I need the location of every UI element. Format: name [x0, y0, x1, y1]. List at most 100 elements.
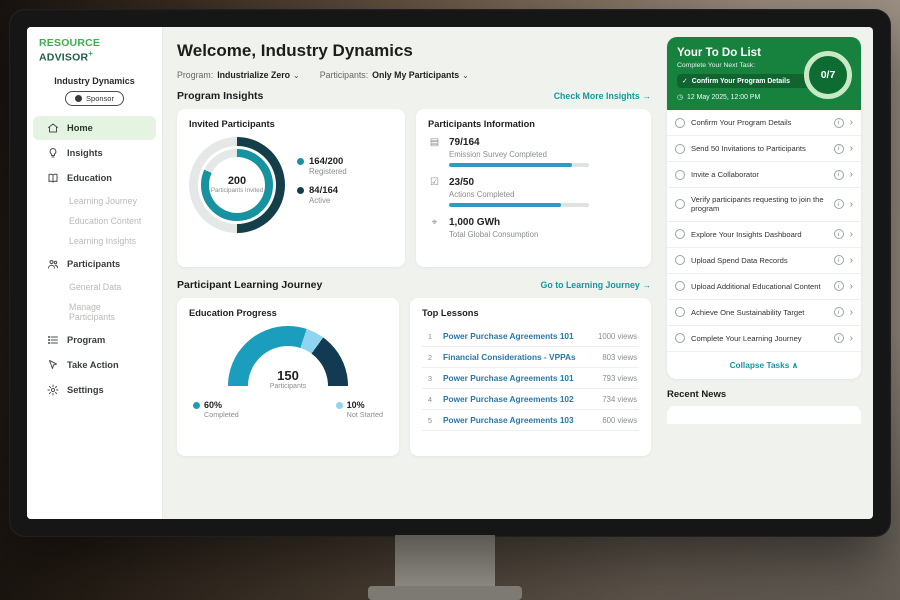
info-icon[interactable]: i — [834, 255, 844, 265]
chevron-up-icon: ∧ — [792, 360, 799, 370]
sponsor-icon — [75, 95, 82, 102]
task-row[interactable]: Upload Additional Educational Content i … — [667, 274, 861, 300]
chevron-right-icon[interactable]: › — [850, 169, 853, 180]
task-checkbox[interactable] — [675, 144, 685, 154]
sidebar: RESOURCE ADVISOR+ Industry Dynamics Spon… — [27, 27, 163, 519]
sidebar-item-education-content[interactable]: Education Content — [33, 211, 156, 231]
task-checkbox[interactable] — [675, 118, 685, 128]
lesson-title-link[interactable]: Power Purchase Agreements 101 — [443, 331, 591, 341]
sidebar-item-manage-participants[interactable]: Manage Participants — [33, 297, 156, 327]
participants-filter[interactable]: Participants:Only My Participants⌄ — [320, 70, 469, 80]
task-label: Complete Your Learning Journey — [691, 334, 828, 343]
program-filter[interactable]: Program:Industrialize Zero⌄ — [177, 70, 300, 80]
pin-icon: ⌖ — [428, 217, 441, 243]
card-title: Participants Information — [428, 119, 639, 129]
lesson-row[interactable]: 5 Power Purchase Agreements 103 600 view… — [422, 410, 639, 431]
lesson-title-link[interactable]: Financial Considerations - VPPAs — [443, 352, 595, 362]
lesson-row[interactable]: 3 Power Purchase Agreements 101 793 view… — [422, 368, 639, 389]
info-icon[interactable]: i — [834, 307, 844, 317]
task-row[interactable]: Explore Your Insights Dashboard i › — [667, 222, 861, 248]
info-icon[interactable]: i — [834, 118, 844, 128]
sidebar-item-participants[interactable]: Participants — [33, 252, 156, 276]
info-icon[interactable]: i — [834, 144, 844, 154]
lightbulb-icon — [47, 147, 59, 159]
home-icon — [47, 122, 59, 134]
info-icon[interactable]: i — [834, 333, 844, 343]
program-filter-value: Industrialize Zero — [217, 70, 290, 80]
chevron-right-icon[interactable]: › — [850, 281, 853, 292]
sidebar-item-home[interactable]: Home — [33, 116, 156, 140]
task-checkbox[interactable] — [675, 255, 685, 265]
lesson-views: 734 views — [602, 395, 637, 404]
task-row[interactable]: Invite a Collaborator i › — [667, 162, 861, 188]
task-checkbox[interactable] — [675, 199, 685, 209]
card-title: Education Progress — [189, 308, 387, 318]
chevron-right-icon[interactable]: › — [850, 255, 853, 266]
sidebar-item-program[interactable]: Program — [33, 328, 156, 352]
chevron-right-icon[interactable]: › — [850, 199, 853, 210]
info-icon[interactable]: i — [834, 170, 844, 180]
section-title: Program Insights — [177, 90, 263, 102]
lesson-views: 793 views — [602, 374, 637, 383]
task-row[interactable]: Upload Spend Data Records i › — [667, 248, 861, 274]
org-name: Industry Dynamics — [27, 76, 162, 86]
go-to-learning-journey-link[interactable]: Go to Learning Journey → — [541, 280, 651, 290]
main-content: Welcome, Industry Dynamics Program:Indus… — [163, 27, 665, 519]
sidebar-item-education[interactable]: Education — [33, 166, 156, 190]
lesson-row[interactable]: 1 Power Purchase Agreements 101 1000 vie… — [422, 326, 639, 347]
lesson-row[interactable]: 4 Power Purchase Agreements 102 734 view… — [422, 389, 639, 410]
sponsor-badge[interactable]: Sponsor — [65, 91, 124, 106]
program-insights-header: Program Insights Check More Insights → — [177, 90, 651, 102]
lesson-title-link[interactable]: Power Purchase Agreements 103 — [443, 415, 595, 425]
monitor-stand-neck — [395, 535, 495, 590]
task-checkbox[interactable] — [675, 229, 685, 239]
task-label: Send 50 Invitations to Participants — [691, 144, 828, 153]
task-row[interactable]: Verify participants requesting to join t… — [667, 188, 861, 222]
lesson-title-link[interactable]: Power Purchase Agreements 101 — [443, 373, 595, 383]
gear-icon — [47, 384, 59, 396]
task-row[interactable]: Achieve One Sustainability Target i › — [667, 300, 861, 326]
chevron-right-icon[interactable]: › — [850, 307, 853, 318]
task-checkbox[interactable] — [675, 281, 685, 291]
donut-center-value: 200 — [228, 175, 246, 187]
sidebar-item-insights[interactable]: Insights — [33, 141, 156, 165]
check-more-insights-link[interactable]: Check More Insights → — [554, 91, 651, 101]
task-row[interactable]: Confirm Your Program Details i › — [667, 110, 861, 136]
checkbox-icon: ☑ — [428, 177, 441, 207]
info-icon[interactable]: i — [834, 281, 844, 291]
sidebar-item-take-action[interactable]: Take Action — [33, 353, 156, 377]
recent-news-card — [667, 406, 861, 424]
chevron-right-icon[interactable]: › — [850, 143, 853, 154]
todo-next-task[interactable]: ✓ Confirm Your Program Details — [677, 74, 815, 88]
arrow-right-icon: → — [642, 280, 651, 290]
sidebar-item-label: Education — [67, 173, 112, 183]
pointer-icon — [47, 359, 59, 371]
task-checkbox[interactable] — [675, 307, 685, 317]
task-checkbox[interactable] — [675, 333, 685, 343]
sidebar-item-learning-journey[interactable]: Learning Journey — [33, 191, 156, 211]
participants-filter-value: Only My Participants — [372, 70, 459, 80]
sidebar-item-general-data[interactable]: General Data — [33, 277, 156, 297]
stat-emission-survey: ▤ 79/164 Emission Survey Completed — [428, 137, 639, 167]
card-title: Invited Participants — [189, 119, 393, 129]
filters-row: Program:Industrialize Zero⌄ Participants… — [177, 70, 651, 80]
task-label: Upload Spend Data Records — [691, 256, 828, 265]
invited-donut-chart: 200 Participants Invited — [189, 137, 285, 233]
task-row[interactable]: Complete Your Learning Journey i › — [667, 326, 861, 352]
chevron-right-icon[interactable]: › — [850, 117, 853, 128]
task-label: Achieve One Sustainability Target — [691, 308, 828, 317]
legend-item-active: 84/164 Active — [297, 185, 347, 205]
task-checkbox[interactable] — [675, 170, 685, 180]
lesson-row[interactable]: 2 Financial Considerations - VPPAs 803 v… — [422, 347, 639, 368]
info-icon[interactable]: i — [834, 229, 844, 239]
chevron-right-icon[interactable]: › — [850, 229, 853, 240]
task-row[interactable]: Send 50 Invitations to Participants i › — [667, 136, 861, 162]
sidebar-item-learning-insights[interactable]: Learning Insights — [33, 231, 156, 251]
collapse-tasks-link[interactable]: Collapse Tasks ∧ — [667, 352, 861, 379]
info-icon[interactable]: i — [834, 199, 844, 209]
sidebar-item-settings[interactable]: Settings — [33, 378, 156, 402]
monitor-bezel: RESOURCE ADVISOR+ Industry Dynamics Spon… — [9, 9, 891, 537]
lesson-title-link[interactable]: Power Purchase Agreements 102 — [443, 394, 595, 404]
lesson-views: 1000 views — [598, 332, 637, 341]
chevron-right-icon[interactable]: › — [850, 333, 853, 344]
